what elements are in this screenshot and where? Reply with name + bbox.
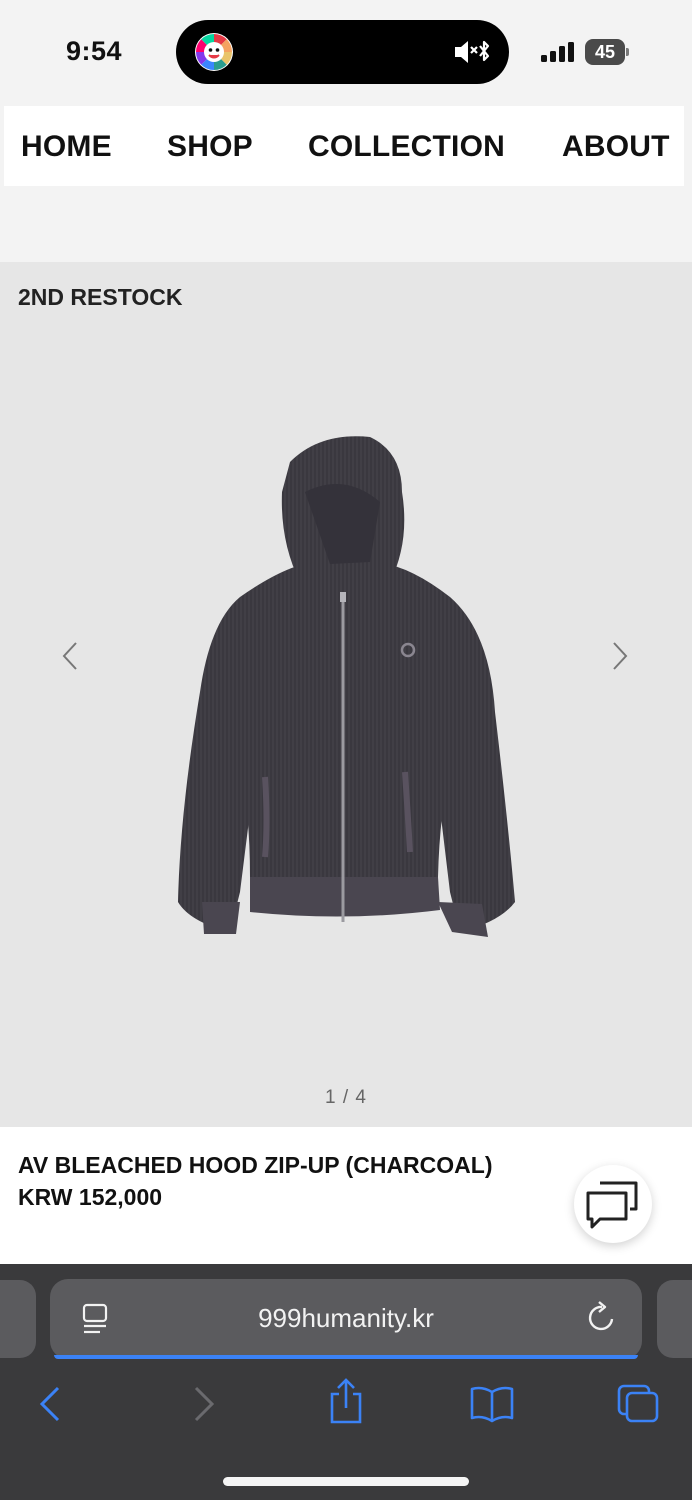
page-load-progress	[54, 1355, 638, 1359]
nav-item-shop[interactable]: SHOP	[167, 130, 253, 164]
hoodie-product-image[interactable]	[170, 432, 520, 972]
bookmarks-icon[interactable]	[468, 1382, 516, 1426]
nav-spacer	[0, 186, 692, 262]
home-indicator[interactable]	[223, 1477, 469, 1486]
main-nav: HOME SHOP COLLECTION ABOUT	[4, 106, 684, 186]
chevron-left-icon[interactable]	[58, 640, 82, 672]
url-text: 999humanity.kr	[258, 1303, 434, 1333]
battery-tip	[626, 48, 629, 56]
chat-icon	[586, 1181, 638, 1229]
signal-icon	[541, 42, 574, 62]
speaker-bluetooth-icon	[455, 40, 490, 63]
forward-icon[interactable]	[178, 1382, 226, 1426]
reload-icon[interactable]	[586, 1301, 618, 1335]
tabs-icon[interactable]	[615, 1382, 663, 1426]
browser-toolbar: 999humanity.kr	[0, 1264, 692, 1500]
restock-badge: 2ND RESTOCK	[18, 284, 183, 310]
back-icon[interactable]	[28, 1382, 76, 1426]
share-icon[interactable]	[322, 1376, 370, 1426]
status-time: 9:54	[66, 36, 123, 66]
nav-item-collection[interactable]: COLLECTION	[308, 130, 505, 164]
address-bar[interactable]: 999humanity.kr	[50, 1279, 642, 1359]
battery-level: 45	[585, 39, 625, 65]
chevron-right-icon[interactable]	[608, 640, 632, 672]
next-tab-preview[interactable]	[657, 1280, 692, 1358]
chat-button[interactable]	[574, 1165, 652, 1243]
flower-app-icon	[195, 33, 233, 71]
product-name: AV BLEACHED HOOD ZIP-UP (CHARCOAL)	[18, 1152, 493, 1178]
previous-tab-preview[interactable]	[0, 1280, 36, 1358]
status-bar: 9:54 45	[0, 0, 692, 104]
dynamic-island	[176, 20, 509, 84]
product-price: KRW 152,000	[18, 1184, 163, 1210]
gallery-pager: 1 / 4	[325, 1087, 367, 1108]
nav-item-home[interactable]: HOME	[21, 130, 112, 164]
nav-item-about[interactable]: ABOUT	[562, 130, 670, 164]
battery-icon: 45	[585, 39, 629, 65]
product-info: AV BLEACHED HOOD ZIP-UP (CHARCOAL) KRW 1…	[0, 1127, 692, 1267]
product-gallery[interactable]: 2ND RESTOCK 1 / 4	[0, 262, 692, 1127]
